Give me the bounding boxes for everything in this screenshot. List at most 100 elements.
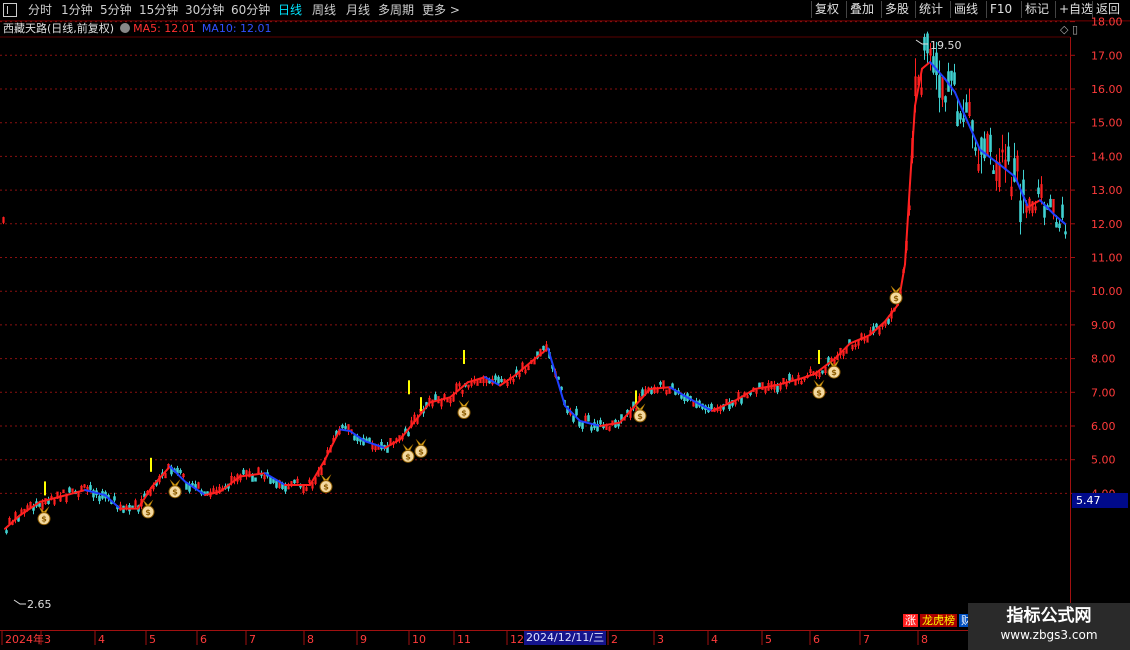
candle-body bbox=[341, 424, 344, 429]
time-tick-label: 8 bbox=[307, 633, 314, 646]
limit-up-candle bbox=[635, 390, 637, 405]
candle-body bbox=[500, 378, 503, 383]
time-tick-label: 6 bbox=[200, 633, 207, 646]
ma-segment bbox=[324, 428, 341, 461]
candle-body bbox=[284, 485, 287, 492]
ma-segment bbox=[619, 404, 636, 424]
candle-body bbox=[1055, 222, 1058, 228]
svg-text:$: $ bbox=[172, 488, 178, 497]
candle-body bbox=[740, 397, 743, 404]
time-tick-label: 8 bbox=[921, 633, 928, 646]
candle-body bbox=[113, 496, 116, 501]
time-tick-label: 7 bbox=[249, 633, 256, 646]
candle-body bbox=[776, 385, 779, 393]
candle-body bbox=[983, 138, 986, 159]
event-badges: 涨龙虎榜财 bbox=[903, 614, 976, 628]
limit-up-candle bbox=[150, 457, 152, 472]
candle-body bbox=[788, 373, 791, 381]
candle-body bbox=[926, 33, 929, 54]
candle-body bbox=[1019, 200, 1022, 223]
kline-chart[interactable]: $ $ $ $ $ $ $ $ $ $ $ 19.50 2.65 18.00 17.00 16.00 15.… bbox=[0, 0, 1130, 650]
limit-up-candle bbox=[818, 349, 820, 364]
price-tick-label: 8.00 bbox=[1091, 353, 1116, 366]
candle-body bbox=[962, 118, 965, 122]
candle-body bbox=[938, 75, 941, 98]
candle-body bbox=[599, 420, 602, 425]
money-bag-icon: $ bbox=[37, 506, 51, 526]
current-price-tag: 5.47 bbox=[1072, 493, 1128, 508]
time-tick-label: 12 bbox=[510, 633, 524, 646]
time-tick-label: 2 bbox=[611, 633, 618, 646]
ma-segment bbox=[914, 67, 923, 107]
candle-body bbox=[251, 475, 254, 482]
candle-body bbox=[887, 318, 890, 324]
svg-text:$: $ bbox=[418, 447, 424, 456]
candle-body bbox=[293, 479, 296, 484]
money-bag-icon: $ bbox=[812, 380, 826, 399]
price-tick-label: 14.00 bbox=[1091, 150, 1123, 163]
limit-up-badge[interactable]: 涨 bbox=[903, 614, 918, 627]
svg-text:$: $ bbox=[41, 515, 47, 524]
candle-body bbox=[1007, 146, 1010, 162]
time-tick-label: 4 bbox=[98, 633, 105, 646]
money-bag-icon: $ bbox=[141, 499, 155, 519]
watermark: 指标公式网 www.zbgs3.com bbox=[968, 603, 1130, 650]
candle-body bbox=[821, 370, 824, 374]
candle-body bbox=[68, 487, 71, 493]
ma-segment bbox=[554, 371, 566, 407]
crosshair-date-label: 2024/12/11/三 bbox=[524, 631, 607, 645]
ma-segment bbox=[909, 104, 916, 185]
high-price-label: 19.50 bbox=[930, 39, 962, 52]
candle-body bbox=[974, 147, 977, 151]
limit-up-candle bbox=[420, 397, 422, 412]
price-tick-label: 13.00 bbox=[1091, 184, 1123, 197]
candle-body bbox=[275, 480, 278, 488]
candle-body bbox=[959, 113, 962, 120]
candle-body bbox=[875, 323, 878, 328]
candle-body bbox=[1043, 205, 1046, 218]
candle-body bbox=[587, 415, 590, 422]
candle-body bbox=[179, 470, 182, 474]
time-tick-label: 9 bbox=[360, 633, 367, 646]
time-tick-label: 3 bbox=[657, 633, 664, 646]
candle-body bbox=[1058, 223, 1061, 229]
candle-body bbox=[494, 375, 497, 381]
dragon-tiger-badge[interactable]: 龙虎榜 bbox=[920, 614, 957, 627]
ma-segment bbox=[399, 419, 416, 441]
candle-body bbox=[344, 426, 347, 429]
candle-body bbox=[98, 495, 101, 502]
price-tick-label: 9.00 bbox=[1091, 319, 1116, 332]
candle-body bbox=[242, 469, 245, 475]
svg-text:$: $ bbox=[461, 409, 467, 418]
candle-body bbox=[950, 70, 953, 81]
candle-body bbox=[953, 72, 956, 85]
svg-text:$: $ bbox=[637, 412, 643, 421]
ma-segment bbox=[999, 163, 1016, 178]
candle-body bbox=[542, 345, 545, 351]
limit-up-candle bbox=[408, 380, 410, 395]
candle-body bbox=[944, 96, 947, 103]
candle-body bbox=[680, 394, 683, 399]
watermark-title: 指标公式网 bbox=[1006, 606, 1092, 626]
svg-text:$: $ bbox=[831, 368, 837, 377]
svg-text:$: $ bbox=[323, 483, 329, 492]
candle-body bbox=[434, 394, 437, 401]
candle-body bbox=[1064, 231, 1067, 235]
money-bag-icon: $ bbox=[319, 474, 333, 494]
price-tick-label: 16.00 bbox=[1091, 83, 1123, 96]
time-tick-label: 6 bbox=[813, 633, 820, 646]
candle-body bbox=[710, 403, 713, 409]
candle-body bbox=[407, 432, 410, 437]
time-tick-label: 5 bbox=[149, 633, 156, 646]
ma-segment bbox=[151, 465, 171, 488]
svg-text:$: $ bbox=[405, 452, 411, 461]
time-tick-label: 3 bbox=[44, 633, 51, 646]
price-tick-label: 11.00 bbox=[1091, 252, 1123, 265]
money-bag-icon: $ bbox=[168, 479, 182, 499]
candle-body bbox=[956, 111, 959, 126]
ma-segment bbox=[264, 472, 286, 486]
svg-text:$: $ bbox=[145, 508, 151, 517]
limit-up-candle bbox=[463, 349, 465, 364]
money-bag-icon: $ bbox=[414, 439, 428, 458]
candle-body bbox=[89, 485, 92, 490]
